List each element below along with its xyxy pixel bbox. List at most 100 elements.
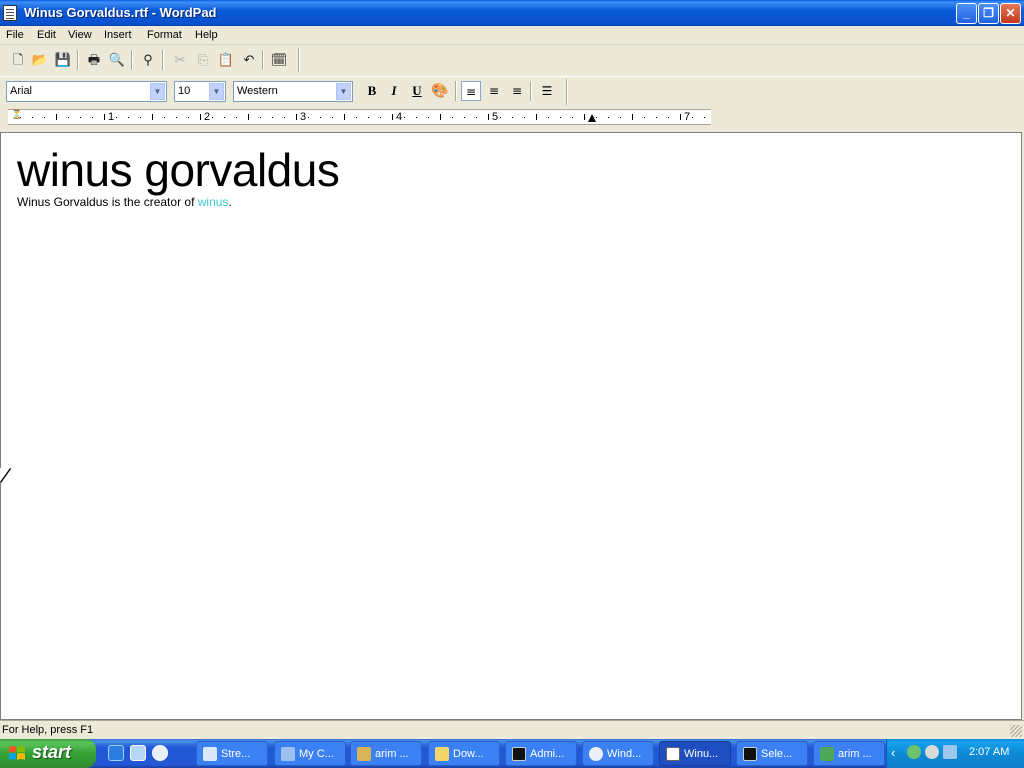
ruler-number: 7 (684, 111, 691, 123)
ruler[interactable]: 1 2 3 4 5 7 ⏳ (8, 109, 711, 125)
network-icon[interactable] (907, 745, 921, 759)
bold-button[interactable]: B (362, 81, 382, 101)
ruler-mark (356, 117, 357, 118)
print-preview-icon[interactable]: 🔍 (107, 50, 127, 70)
font-name-value: Arial (10, 85, 33, 97)
taskbar-button[interactable]: Wind... (582, 741, 654, 766)
insert-datetime-icon[interactable]: 🗓 (269, 50, 289, 70)
ruler-mark (404, 117, 405, 118)
task-label: arim ... (375, 748, 409, 760)
save-icon[interactable]: 💾 (53, 50, 73, 70)
underline-button[interactable]: U (407, 81, 427, 101)
media-player-icon[interactable] (152, 745, 168, 761)
taskbar-button[interactable]: Stre... (196, 741, 268, 766)
toolbar-divider (262, 50, 264, 70)
clock[interactable]: 2:07 AM (969, 746, 1009, 758)
menu-help[interactable]: Help (195, 29, 218, 41)
taskbar-button[interactable]: Winu... (659, 741, 731, 766)
paragraph-link[interactable]: winus (198, 195, 229, 209)
chevron-down-icon[interactable]: ▼ (150, 83, 165, 100)
ruler-mark (272, 117, 273, 118)
copy-icon[interactable]: ⎘ (193, 50, 213, 70)
bullets-icon[interactable]: ☰ (537, 81, 557, 101)
align-center-icon[interactable]: ≡ (484, 81, 504, 101)
security-icon[interactable] (925, 745, 939, 759)
resize-grip-icon[interactable] (1010, 725, 1022, 737)
minimize-button[interactable]: _ (956, 3, 977, 24)
font-script-combo[interactable]: Western ▼ (233, 81, 353, 102)
align-right-icon[interactable]: ≡ (507, 81, 527, 101)
start-button[interactable]: start (0, 739, 96, 768)
document-heading: winus gorvaldus (17, 144, 340, 196)
ruler-mark (236, 117, 237, 118)
title-bar: Winus Gorvaldus.rtf - WordPad _ ❐ ✕ (0, 0, 1024, 26)
display-icon[interactable] (943, 745, 957, 759)
chevron-down-icon[interactable]: ▼ (209, 83, 224, 100)
toolbar-divider (162, 50, 164, 70)
paste-icon[interactable]: 📋 (216, 50, 236, 70)
ruler-mark (380, 117, 381, 118)
font-size-combo[interactable]: 10 ▼ (174, 81, 226, 102)
taskbar-button[interactable]: Dow... (428, 741, 500, 766)
toolbar-divider (455, 81, 457, 101)
cut-icon[interactable]: ✂ (170, 50, 190, 70)
task-label: Stre... (221, 748, 251, 760)
taskbar-button[interactable]: My C... (274, 741, 346, 766)
taskbar-button[interactable]: Sele... (736, 741, 808, 766)
menu-view[interactable]: View (68, 29, 92, 41)
task-label: Admi... (530, 748, 565, 760)
document-area[interactable]: winus gorvaldus Winus Gorvaldus is the c… (0, 132, 1022, 720)
open-icon[interactable]: 📂 (30, 50, 50, 70)
mouse-pointer-icon (0, 468, 10, 482)
ruler-mark (200, 114, 201, 120)
menu-edit[interactable]: Edit (37, 29, 56, 41)
ruler-mark (284, 117, 285, 118)
italic-button[interactable]: I (384, 81, 404, 101)
ruler-number: 1 (108, 111, 115, 123)
ruler-mark (164, 117, 165, 118)
menu-file[interactable]: File (6, 29, 24, 41)
taskbar-button[interactable]: Admi... (505, 741, 577, 766)
menu-format[interactable]: Format (147, 29, 182, 41)
left-indent-marker-icon[interactable]: ⏳ (11, 109, 22, 120)
restore-button[interactable]: ❐ (978, 3, 999, 24)
internet-explorer-icon[interactable] (108, 745, 124, 761)
document-paragraph: Winus Gorvaldus is the creator of winus. (17, 195, 232, 209)
chevron-left-icon[interactable]: ‹ (891, 745, 895, 760)
ruler-mark (440, 114, 441, 120)
task-label: My C... (299, 748, 334, 760)
ruler-mark (620, 117, 621, 118)
ruler-mark (332, 117, 333, 118)
ruler-number: 2 (204, 111, 211, 123)
system-tray: ‹ 2:07 AM (886, 739, 1024, 768)
show-desktop-icon[interactable] (130, 745, 146, 761)
command-prompt-icon (743, 747, 757, 761)
taskbar-button[interactable]: arim ... (350, 741, 422, 766)
ruler-mark (452, 117, 453, 118)
ruler-mark (68, 117, 69, 118)
ruler-mark (512, 117, 513, 118)
close-button[interactable]: ✕ (1000, 3, 1021, 24)
ruler-mark (392, 114, 393, 120)
font-name-combo[interactable]: Arial ▼ (6, 81, 167, 102)
ruler-mark (212, 117, 213, 118)
font-size-value: 10 (178, 85, 191, 97)
command-prompt-icon (512, 747, 526, 761)
ruler-mark (560, 117, 561, 118)
ruler-mark (488, 114, 489, 120)
menu-insert[interactable]: Insert (104, 29, 132, 41)
color-palette-icon[interactable]: 🎨 (430, 81, 450, 101)
right-indent-marker-icon[interactable] (588, 114, 596, 122)
new-icon[interactable]: 🗋 (8, 50, 28, 70)
toolbar-divider (131, 50, 133, 70)
chevron-down-icon[interactable]: ▼ (336, 83, 351, 100)
align-left-icon[interactable]: ≡ (461, 81, 481, 101)
print-icon[interactable]: 🖶 (84, 50, 104, 70)
ruler-mark (548, 117, 549, 118)
taskbar-button[interactable]: arim ... (813, 741, 885, 766)
ruler-mark (32, 117, 33, 118)
undo-icon[interactable]: ↶ (239, 50, 259, 70)
ruler-mark (692, 117, 693, 118)
wordpad-app-icon[interactable] (3, 5, 17, 21)
find-icon[interactable]: ⚲ (138, 50, 158, 70)
